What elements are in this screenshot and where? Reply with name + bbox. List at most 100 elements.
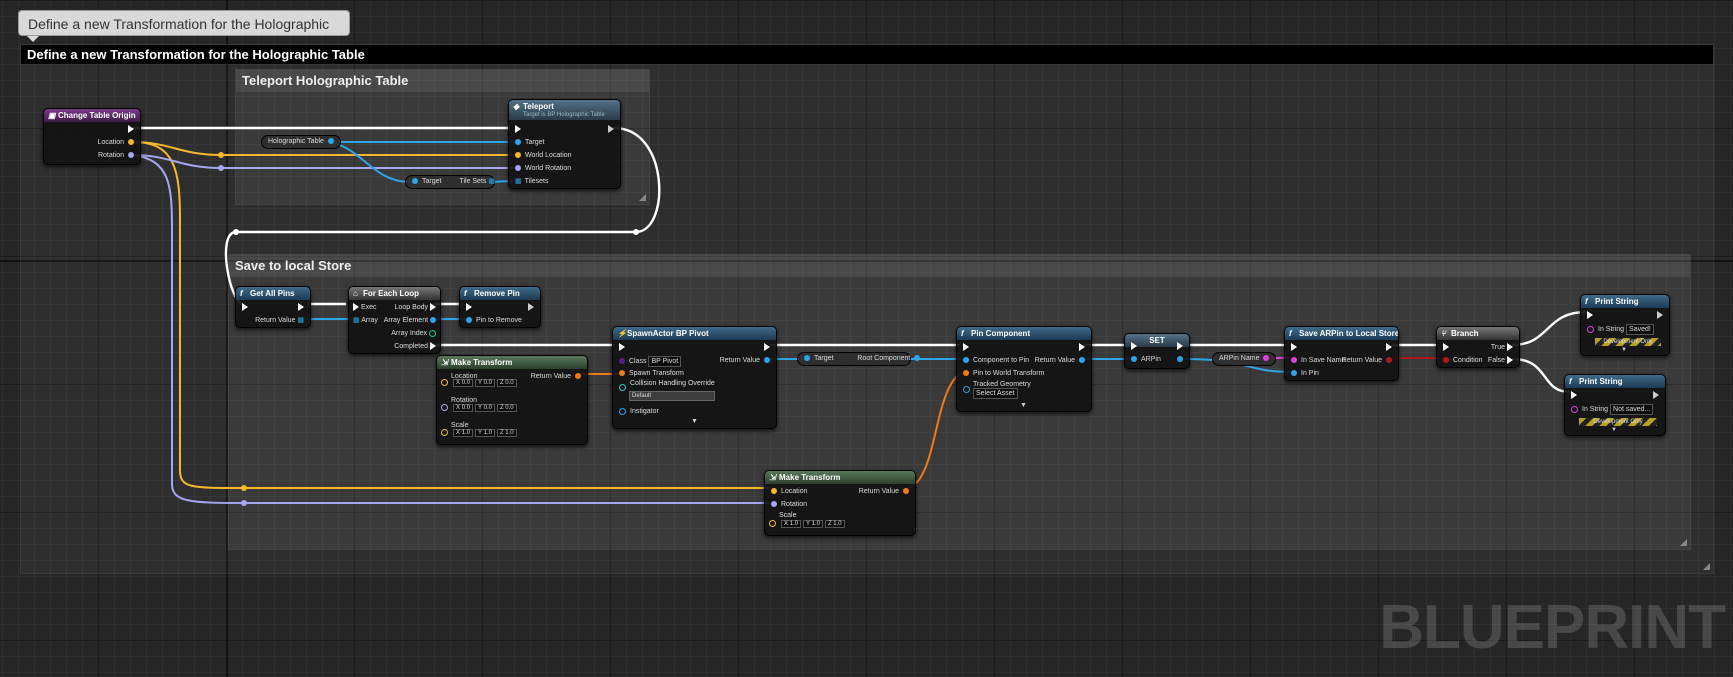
spawn-transform-pin[interactable]: Spawn Transform — [619, 369, 684, 378]
exec-out-pin[interactable] — [1657, 311, 1663, 320]
exec-out-pin[interactable] — [528, 303, 534, 312]
location-pin[interactable] — [441, 378, 452, 387]
true-pin[interactable]: True — [1491, 343, 1513, 352]
axis-value: 1.0 — [505, 430, 514, 436]
array-element-pin[interactable]: Array Element — [384, 316, 436, 325]
return-value-pin[interactable]: Return Value ▦ — [255, 316, 304, 325]
expand-arrow-icon[interactable]: ▼ — [691, 417, 698, 426]
exec-out-pin[interactable] — [298, 303, 304, 312]
completed-pin[interactable]: Completed — [394, 342, 436, 351]
ar-pin-output[interactable] — [1177, 355, 1183, 364]
false-pin[interactable]: False — [1488, 356, 1513, 365]
pin-label: Scale — [451, 422, 469, 429]
exec-in-pin[interactable] — [1571, 391, 1577, 400]
exec-in-pin[interactable] — [1291, 343, 1297, 352]
in-pin-pin[interactable]: In Pin — [1291, 369, 1319, 378]
node-arpin-name-var[interactable]: ARPin Name — [1212, 352, 1277, 366]
node-save-arpin[interactable]: f Save ARPin to Local Store In Save Name … — [1284, 326, 1399, 381]
array-pin[interactable]: ▦ Array — [353, 316, 378, 325]
node-make-transform-2[interactable]: ⇲ Make Transform Location Rotation Scale … — [764, 470, 916, 536]
rotation-pin[interactable]: Rotation — [98, 151, 134, 160]
node-print-string-1[interactable]: f Print String In String Saved! Developme… — [1580, 294, 1670, 356]
return-value-pin[interactable]: Return Value — [1342, 356, 1392, 365]
scale-values[interactable]: X 1.0 Y 1.0 Z 1.0 — [781, 520, 847, 528]
condition-pin[interactable]: Condition — [1443, 356, 1483, 365]
axis-label: Y — [478, 430, 482, 436]
location-values[interactable]: X 0.0 Y 0.0 Z 0.0 — [453, 379, 519, 387]
node-teleport[interactable]: ◈ Teleport Target is BP Holographic Table… — [508, 99, 621, 189]
expand-arrow-icon[interactable]: ▼ — [1621, 346, 1627, 355]
node-title: Remove Pin — [474, 289, 520, 298]
scale-values[interactable]: X 1.0 Y 1.0 Z 1.0 — [453, 429, 519, 437]
ar-pin-input[interactable]: ARPin — [1131, 355, 1161, 364]
exec-in-pin[interactable] — [466, 303, 472, 312]
axis-value: 0.0 — [461, 380, 471, 386]
node-spawn-actor[interactable]: ⚡ SpawnActor BP Pivot Class BP Pivot Retu… — [612, 326, 777, 429]
pin-label: Tilesets — [524, 178, 549, 185]
tilesets-pin[interactable]: ▦ Tilesets — [515, 177, 548, 186]
in-string-field[interactable]: Not saved... — [1610, 404, 1654, 415]
rotation-pin[interactable] — [441, 403, 452, 412]
node-branch[interactable]: ⑂ Branch Condition True False — [1436, 326, 1520, 368]
axis-label: Z — [499, 380, 504, 386]
node-for-each-loop[interactable]: ⌂ For Each Loop Exec ▦ Array Loop Body Ar… — [348, 286, 441, 354]
node-make-transform-1[interactable]: ⇲ Make Transform Location X 0.0 Y 0.0 Z 0.0… — [436, 355, 588, 445]
exec-in-pin[interactable] — [619, 343, 625, 352]
rotation-values[interactable]: X 0.0 Y 0.0 Z 0.0 — [453, 404, 519, 412]
location-pin[interactable]: Location — [98, 138, 134, 147]
exec-in-pin[interactable] — [1587, 311, 1593, 320]
array-index-pin[interactable]: Array Index — [391, 329, 436, 338]
loop-body-pin[interactable]: Loop Body — [395, 303, 436, 312]
node-root-component-get[interactable]: Target Root Component — [797, 352, 921, 366]
exec-in-pin[interactable] — [963, 343, 969, 352]
scale-pin[interactable] — [769, 519, 780, 528]
node-title: Print String — [1595, 297, 1639, 306]
pin-to-remove-pin[interactable]: Pin to Remove — [466, 316, 522, 325]
node-print-string-2[interactable]: f Print String In String Not saved... Dev… — [1564, 374, 1666, 436]
in-save-name-pin[interactable]: In Save Name — [1291, 356, 1345, 365]
return-value-pin[interactable]: Return Value — [859, 487, 909, 496]
return-value-pin[interactable]: Return Value — [531, 372, 581, 381]
world-location-pin[interactable]: World Location — [515, 151, 572, 160]
return-value-pin[interactable]: Return Value — [720, 356, 770, 365]
component-to-pin-pin[interactable]: Component to Pin — [963, 356, 1029, 365]
class-select[interactable]: BP Pivot — [648, 356, 682, 367]
collision-select[interactable]: Default — [629, 391, 715, 401]
node-title: SET — [1149, 336, 1165, 345]
node-change-table-origin[interactable]: ▣ Change Table Origin Location Rotation — [43, 108, 141, 165]
exec-out-pin[interactable] — [128, 125, 134, 134]
in-string-pin[interactable]: In String Not saved... — [1571, 404, 1655, 415]
node-get-all-pins[interactable]: f Get All Pins Return Value ▦ — [235, 286, 311, 328]
exec-in-pin[interactable]: Exec — [353, 303, 377, 312]
rotation-pin[interactable]: Rotation — [771, 500, 807, 509]
node-pin-component[interactable]: f Pin Component Component to Pin Return V… — [956, 326, 1092, 412]
target-pin[interactable]: Target — [515, 138, 544, 147]
exec-out-pin[interactable] — [1177, 342, 1183, 351]
instigator-pin[interactable]: Instigator — [619, 407, 659, 416]
exec-in-pin[interactable] — [515, 125, 521, 134]
exec-out-pin[interactable] — [1386, 343, 1392, 352]
world-rotation-pin[interactable]: World Rotation — [515, 164, 571, 173]
exec-in-pin[interactable] — [1443, 343, 1449, 352]
node-set[interactable]: SET ARPin — [1124, 333, 1190, 369]
node-holographic-table-var[interactable]: Holographic Table — [261, 135, 341, 149]
exec-in-pin[interactable] — [1131, 342, 1137, 351]
in-string-pin[interactable]: In String Saved! — [1587, 324, 1656, 335]
location-pin[interactable]: Location — [771, 487, 807, 496]
class-pin[interactable]: Class BP Pivot — [619, 356, 683, 367]
expand-arrow-icon[interactable]: ▼ — [1020, 401, 1027, 410]
tracked-geometry-select[interactable]: Select Asset — [973, 388, 1020, 399]
exec-in-pin[interactable] — [242, 303, 248, 312]
exec-out-pin[interactable] — [608, 125, 614, 134]
in-string-field[interactable]: Saved! — [1626, 324, 1654, 335]
axis-value: 1.0 — [483, 430, 492, 436]
return-value-pin[interactable]: Return Value — [1035, 356, 1085, 365]
pin-world-transform-pin[interactable]: Pin to World Transform — [963, 369, 1044, 378]
exec-out-pin[interactable] — [764, 343, 770, 352]
exec-out-pin[interactable] — [1079, 343, 1085, 352]
expand-arrow-icon[interactable]: ▼ — [1611, 426, 1617, 435]
scale-pin[interactable] — [441, 428, 452, 437]
exec-out-pin[interactable] — [1653, 391, 1659, 400]
node-remove-pin[interactable]: f Remove Pin Pin to Remove — [459, 286, 541, 328]
node-tile-sets-get[interactable]: Target Tile Sets ▦ — [405, 175, 495, 189]
